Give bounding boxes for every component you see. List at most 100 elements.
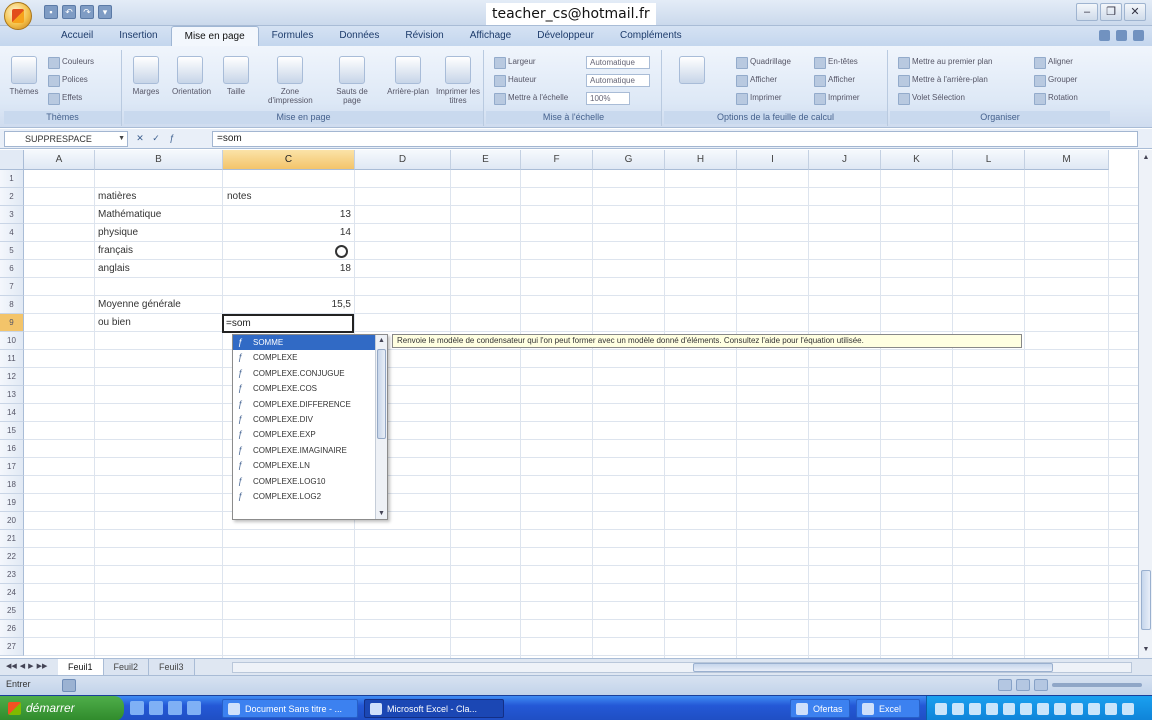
row-header-9[interactable]: 9 (0, 314, 24, 332)
scroll-up-icon[interactable]: ▲ (1140, 152, 1152, 164)
column-header-i[interactable]: I (737, 150, 809, 170)
taskbar-item[interactable]: Document Sans titre - ... (222, 699, 358, 718)
autocomplete-item[interactable]: COMPLEXE.LOG10 (233, 474, 387, 490)
breaks-button[interactable]: Sauts de page (330, 56, 374, 105)
normal-view-icon[interactable] (998, 679, 1012, 691)
tab-affichage[interactable]: Affichage (457, 26, 525, 46)
zoom-slider[interactable] (1052, 683, 1142, 687)
column-header-g[interactable]: G (593, 150, 665, 170)
row-header-20[interactable]: 20 (0, 512, 24, 530)
row-header-6[interactable]: 6 (0, 260, 24, 278)
themes-button[interactable]: Thèmes (6, 56, 42, 96)
column-header-f[interactable]: F (521, 150, 593, 170)
gridlines-print-checkbox[interactable]: Imprimer (736, 92, 782, 105)
group-button[interactable]: Grouper (1034, 74, 1077, 87)
row-header-19[interactable]: 19 (0, 494, 24, 512)
tray-icon[interactable] (1037, 702, 1049, 715)
macro-record-icon[interactable] (62, 679, 76, 692)
autocomplete-item[interactable]: COMPLEXE.LOG2 (233, 489, 387, 505)
autocomplete-item[interactable]: COMPLEXE.DIV (233, 412, 387, 428)
active-cell-c9[interactable]: =som (222, 314, 354, 333)
row-header-4[interactable]: 4 (0, 224, 24, 242)
scale-input[interactable]: 100% (586, 92, 630, 105)
page-layout-view-icon[interactable] (1016, 679, 1030, 691)
bring-to-front-button[interactable]: Mettre au premier plan (898, 56, 992, 69)
tab-insertion[interactable]: Insertion (106, 26, 170, 46)
tray-icon[interactable] (1105, 702, 1117, 715)
scroll-thumb[interactable] (377, 349, 386, 439)
vertical-scrollbar[interactable]: ▲ ▼ (1138, 150, 1152, 658)
enter-icon[interactable]: ✓ (150, 132, 162, 145)
cell-c6[interactable]: 18 (222, 260, 354, 278)
gridlines-view-checkbox[interactable]: Afficher (736, 74, 777, 87)
tab-revision[interactable]: Révision (392, 26, 456, 46)
tab-developpeur[interactable]: Développeur (524, 26, 607, 46)
app-icon[interactable] (187, 701, 201, 715)
row-header-7[interactable]: 7 (0, 278, 24, 296)
row-header-8[interactable]: 8 (0, 296, 24, 314)
tab-formules[interactable]: Formules (259, 26, 327, 46)
autocomplete-item[interactable]: COMPLEXE.EXP (233, 427, 387, 443)
sheet-tab-feuil1[interactable]: Feuil1 (58, 659, 104, 675)
height-select[interactable]: Automatique (586, 74, 650, 87)
tray-icon[interactable] (1020, 702, 1032, 715)
maximize-button[interactable]: ❐ (1100, 3, 1122, 21)
close-button[interactable]: ✕ (1124, 3, 1146, 21)
row-header-22[interactable]: 22 (0, 548, 24, 566)
print-titles-button[interactable]: Imprimer les titres (436, 56, 480, 105)
headings-view-checkbox[interactable]: Afficher (814, 74, 855, 87)
ribbon-minimize-icon[interactable] (1116, 30, 1127, 41)
autocomplete-item[interactable]: COMPLEXE (233, 350, 387, 366)
row-header-13[interactable]: 13 (0, 386, 24, 404)
background-button[interactable]: Arrière-plan (386, 56, 430, 96)
tray-icon[interactable] (1088, 702, 1100, 715)
tray-icon[interactable] (1054, 702, 1066, 715)
sheet-tab-feuil3[interactable]: Feuil3 (149, 659, 195, 675)
row-header-16[interactable]: 16 (0, 440, 24, 458)
column-header-m[interactable]: M (1025, 150, 1109, 170)
scroll-up-icon[interactable]: ▲ (377, 335, 386, 346)
cell-b5[interactable]: français (95, 242, 136, 260)
media-icon[interactable] (149, 701, 163, 715)
tab-complements[interactable]: Compléments (607, 26, 695, 46)
effects-button[interactable]: Effets (48, 92, 82, 105)
tab-accueil[interactable]: Accueil (48, 26, 106, 46)
scroll-thumb[interactable] (693, 663, 1053, 672)
tray-icon[interactable] (1122, 702, 1134, 715)
cell-b3[interactable]: Mathématique (95, 206, 164, 224)
first-sheet-icon[interactable]: ◀◀ (6, 662, 17, 670)
column-header-h[interactable]: H (665, 150, 737, 170)
row-header-1[interactable]: 1 (0, 170, 24, 188)
next-sheet-icon[interactable]: ▶ (28, 662, 33, 670)
taskbar-item-excel[interactable]: Microsoft Excel - Cla... (364, 699, 504, 718)
tray-icon[interactable] (969, 702, 981, 715)
row-header-26[interactable]: 26 (0, 620, 24, 638)
cell-b9[interactable]: ou bien (95, 314, 134, 332)
cell-b4[interactable]: physique (95, 224, 141, 242)
scroll-down-icon[interactable]: ▼ (377, 508, 386, 519)
tray-icon[interactable] (1071, 702, 1083, 715)
row-header-17[interactable]: 17 (0, 458, 24, 476)
row-header-25[interactable]: 25 (0, 602, 24, 620)
tab-mise-en-page[interactable]: Mise en page (170, 26, 259, 46)
selection-pane-button[interactable]: Volet Sélection (898, 92, 965, 105)
desktop-icon[interactable] (168, 701, 182, 715)
last-sheet-icon[interactable]: ▶▶ (37, 662, 48, 670)
row-header-24[interactable]: 24 (0, 584, 24, 602)
office-button[interactable] (4, 2, 32, 30)
cell-c4[interactable]: 14 (222, 224, 354, 242)
row-header-18[interactable]: 18 (0, 476, 24, 494)
rotate-button[interactable]: Rotation (1034, 92, 1078, 105)
column-header-k[interactable]: K (881, 150, 953, 170)
tray-icon[interactable] (935, 702, 947, 715)
taskbar-item[interactable]: Excel (856, 699, 920, 718)
row-header-23[interactable]: 23 (0, 566, 24, 584)
scroll-down-icon[interactable]: ▼ (1140, 644, 1152, 656)
colors-button[interactable]: Couleurs (48, 56, 94, 69)
row-header-15[interactable]: 15 (0, 422, 24, 440)
cell-b8[interactable]: Moyenne générale (95, 296, 184, 314)
align-button[interactable]: Aligner (1034, 56, 1073, 69)
column-header-j[interactable]: J (809, 150, 881, 170)
browser-icon[interactable] (130, 701, 144, 715)
page-break-view-icon[interactable] (1034, 679, 1048, 691)
